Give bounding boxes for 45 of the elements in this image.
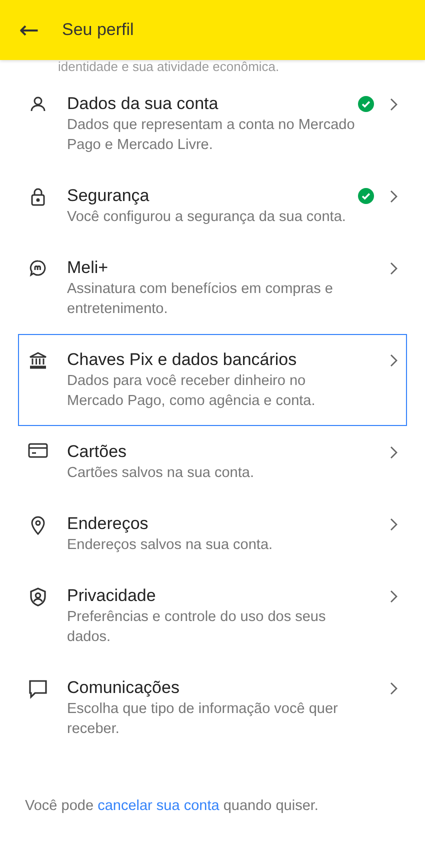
item-description: Preferências e controle do uso dos seus dados. [67, 608, 327, 647]
lock-icon [29, 187, 47, 207]
menu-item[interactable]: Cartões Cartões salvos na sua conta. [18, 426, 407, 498]
chevron-icon [390, 682, 398, 695]
item-title: Dados da sua conta [67, 93, 220, 115]
chevron-icon [390, 590, 398, 603]
item-title: Meli+ [67, 257, 110, 279]
item-title: Endereços [67, 513, 150, 535]
card-icon [28, 443, 48, 458]
menu-item[interactable]: Privacidade Preferências e controle do uso dos seus dados. [18, 570, 407, 662]
menu-item[interactable]: Comunicações Escolha que tipo de informação você quer receber. [18, 662, 407, 754]
item-description: Cartões salvos na sua conta. [67, 464, 255, 483]
chevron-icon [390, 98, 398, 111]
item-title: Comunicações [67, 677, 180, 699]
bank-icon [28, 351, 48, 369]
footer-text: Você pode cancelar sua conta quando quiser. [25, 798, 320, 814]
cancel-account-link[interactable]: cancelar sua conta [98, 798, 220, 814]
chevron-icon [390, 446, 398, 459]
shield-icon [28, 587, 48, 607]
back-button[interactable]: ← [16, 18, 42, 42]
chevron-icon [390, 518, 398, 531]
menu-item[interactable]: Dados da sua conta Dados que representam a conta no Mercado Pago e Mercado Livre. [18, 78, 407, 170]
menu-item[interactable]: Meli+ Assinatura com benefícios em compras e entretenimento. [18, 242, 407, 334]
menu-item[interactable]: Endereços Endereços salvos na sua conta. [18, 498, 407, 570]
menu-item[interactable]: Segurança Você configurou a segurança da sua conta. [18, 170, 407, 242]
item-description: Você configurou a segurança da sua conta. [67, 208, 347, 227]
chat-bubble-icon [29, 259, 47, 277]
item-title: Segurança [67, 185, 150, 207]
description-text: identidade e sua atividade econômica. [57, 60, 280, 74]
person-icon [29, 95, 47, 113]
page-title: Seu perfil [62, 20, 134, 40]
item-description: Assinatura com benefícios em compras e entretenimento. [67, 280, 334, 319]
location-pin-icon [30, 515, 46, 535]
item-title: Privacidade [67, 585, 157, 607]
chevron-icon [390, 354, 398, 367]
item-description: Escolha que tipo de informação você quer receber. [67, 700, 339, 739]
chat-bubble-icon [28, 679, 48, 699]
item-title: Chaves Pix e dados bancários [67, 349, 298, 371]
item-title: Cartões [67, 441, 128, 463]
item-description: Endereços salvos na sua conta. [67, 536, 274, 555]
chevron-icon [390, 190, 398, 203]
item-description: Dados que representam a conta no Mercado Pago e Mercado Livre. [67, 116, 356, 155]
chevron-icon [390, 262, 398, 275]
menu-item[interactable]: Chaves Pix e dados bancários Dados para você receber dinheiro no Mercado Pago, como agência e conta. [18, 334, 407, 426]
item-description: Dados para você receber dinheiro no Mercado Pago, como agência e conta. [67, 372, 316, 411]
